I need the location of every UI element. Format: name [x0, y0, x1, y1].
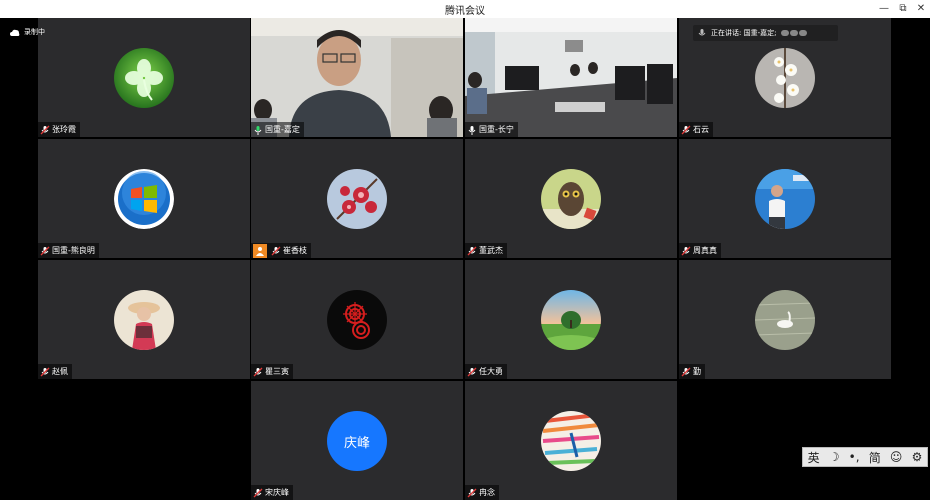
video-feed: [465, 18, 677, 137]
emoji-icon[interactable]: ☺: [890, 450, 903, 464]
windows-logo-avatar: [114, 169, 174, 229]
recording-label: 录制中: [24, 28, 45, 36]
participant-name: 任大勇: [479, 367, 503, 376]
nameplate: 赵佩: [38, 364, 72, 379]
close-button[interactable]: ✕: [913, 1, 929, 17]
nameplate: 崔香枝: [251, 243, 311, 258]
participant-name: 国重-嘉定: [265, 125, 300, 134]
nameplate: 勤: [679, 364, 705, 379]
participant-tile[interactable]: 任大勇: [465, 260, 677, 379]
ime-toolbar: 英 ☽ •, 简 ☺ ⚙: [802, 447, 928, 467]
mic-muted-icon: [253, 367, 263, 376]
participant-name: 宋庆峰: [265, 488, 289, 497]
speaking-label: 正在讲话: 国重-嘉定;: [711, 29, 777, 37]
blossom-avatar: [755, 48, 815, 108]
participant-tile[interactable]: 国重-长宁: [465, 18, 677, 137]
mic-muted-icon: [40, 246, 50, 255]
participant-name: 周真真: [693, 246, 717, 255]
participant-tile[interactable]: 赵佩: [38, 260, 250, 379]
nameplate: 任大勇: [465, 364, 507, 379]
minimize-button[interactable]: —: [876, 1, 892, 17]
crayon-avatar: [541, 411, 601, 471]
mic-muted-icon: [40, 125, 50, 134]
participant-name: 冉念: [479, 488, 495, 497]
nameplate: 宋庆峰: [251, 485, 293, 500]
mic-muted-icon: [467, 246, 477, 255]
participant-tile[interactable]: 庆峰 宋庆峰: [251, 381, 463, 500]
video-feed: [251, 18, 463, 137]
participant-tile[interactable]: 国重-熊良明: [38, 139, 250, 258]
restore-button[interactable]: ⧉: [895, 1, 911, 17]
window-title: 腾讯会议: [445, 6, 485, 17]
mic-muted-icon: [467, 488, 477, 497]
nameplate: 冉念: [465, 485, 499, 500]
moon-icon[interactable]: ☽: [829, 450, 840, 464]
clover-avatar: [114, 48, 174, 108]
nameplate: 国重-长宁: [465, 122, 518, 137]
punctuation-toggle[interactable]: •,: [849, 450, 860, 464]
mic-muted-icon: [681, 246, 691, 255]
red-flower-avatar: [327, 169, 387, 229]
nameplate: 国重-熊良明: [38, 243, 99, 258]
swan-avatar: [755, 290, 815, 350]
participant-name: 崔香枝: [283, 246, 307, 255]
blurred-names-icon: [781, 30, 808, 36]
title-bar: 腾讯会议 — ⧉ ✕: [0, 0, 930, 18]
participant-name: 国重-长宁: [479, 125, 514, 134]
speaker-mic-icon: [698, 29, 706, 36]
person-avatar: [755, 169, 815, 229]
participant-name: 石云: [693, 125, 709, 134]
participant-name: 赵佩: [52, 367, 68, 376]
simplified-toggle[interactable]: 简: [869, 449, 881, 466]
participant-name: 国重-熊良明: [52, 246, 95, 255]
video-grid: 张玲霞 国重-嘉定 国重-长宁 石云 国重-熊良明 崔香枝 董武杰 周真真 赵佩…: [0, 18, 930, 500]
recording-indicator: 录制中: [10, 27, 45, 37]
participant-name: 勤: [693, 367, 701, 376]
mic-muted-icon: [271, 246, 281, 255]
mic-icon: [468, 125, 476, 135]
nameplate: 石云: [679, 122, 713, 137]
cloud-icon: [10, 29, 20, 36]
mic-muted-icon: [681, 125, 691, 134]
mic-muted-icon: [40, 367, 50, 376]
participant-tile[interactable]: 勤: [679, 260, 891, 379]
nameplate: 董武杰: [465, 243, 507, 258]
participant-tile[interactable]: 董武杰: [465, 139, 677, 258]
participant-tile[interactable]: 张玲霞: [38, 18, 250, 137]
text-avatar: 庆峰: [327, 411, 387, 471]
mic-muted-icon: [467, 367, 477, 376]
participant-name: 张玲霞: [52, 125, 76, 134]
girl-avatar: [114, 290, 174, 350]
participant-tile[interactable]: 国重-嘉定: [251, 18, 463, 137]
nameplate: 瞿三寅: [251, 364, 293, 379]
speaking-indicator: 正在讲话: 国重-嘉定;: [693, 25, 838, 41]
participant-tile[interactable]: 瞿三寅: [251, 260, 463, 379]
ime-language-toggle[interactable]: 英: [808, 449, 820, 466]
owl-avatar: [541, 169, 601, 229]
mic-muted-icon: [253, 488, 263, 497]
gear-icon[interactable]: ⚙: [912, 450, 923, 464]
participant-tile[interactable]: 崔香枝: [251, 139, 463, 258]
nameplate: 国重-嘉定: [251, 122, 304, 137]
mic-muted-icon: [681, 367, 691, 376]
dark-red-flower-avatar: [327, 290, 387, 350]
participant-name: 瞿三寅: [265, 367, 289, 376]
host-icon: [253, 243, 267, 258]
mic-active-icon: [254, 125, 262, 135]
participant-tile[interactable]: 冉念: [465, 381, 677, 500]
landscape-avatar: [541, 290, 601, 350]
participant-name: 董武杰: [479, 246, 503, 255]
nameplate: 张玲霞: [38, 122, 80, 137]
participant-tile[interactable]: 周真真: [679, 139, 891, 258]
nameplate: 周真真: [679, 243, 721, 258]
